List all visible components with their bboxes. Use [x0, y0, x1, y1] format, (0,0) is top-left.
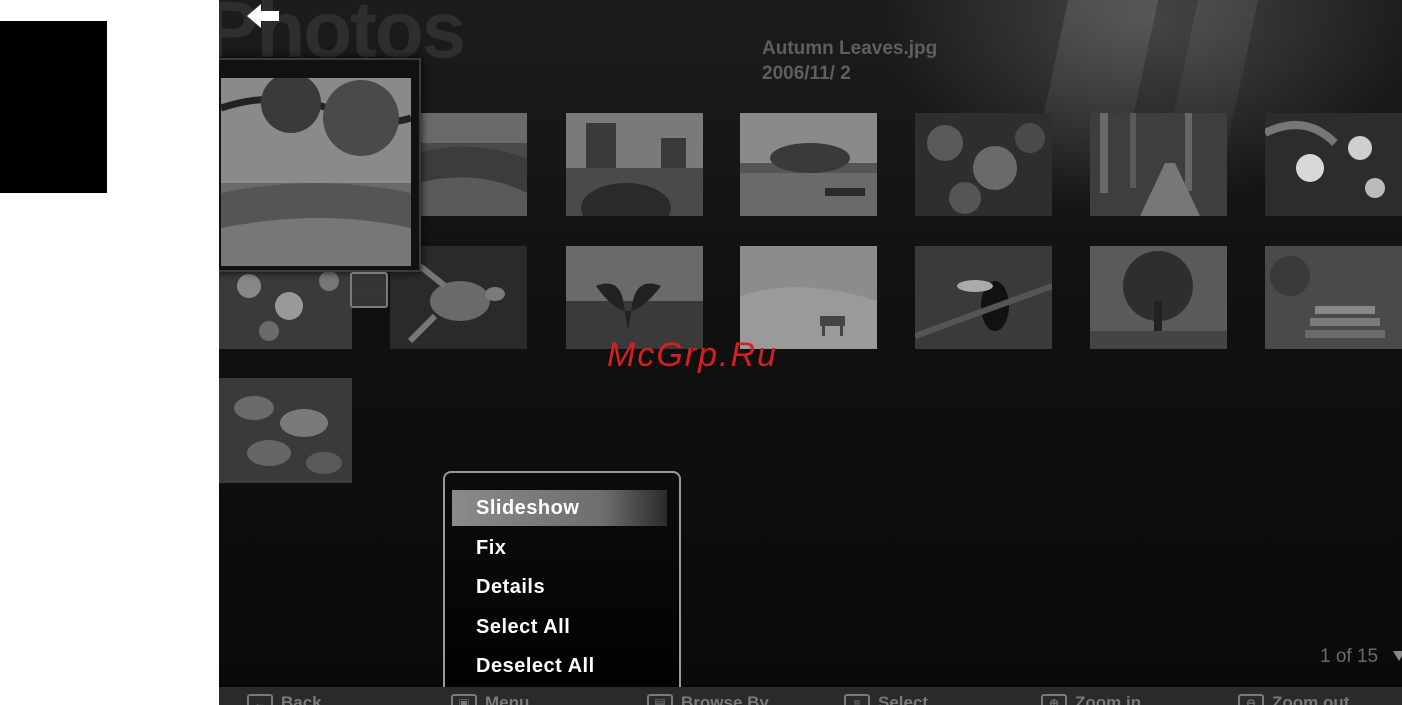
footer-zoom-in-button[interactable]: ⊕ Zoom in: [1041, 693, 1141, 705]
side-black-panel: [0, 21, 107, 193]
menu-item-select-all[interactable]: Select All: [452, 609, 667, 645]
select-icon: ≡: [844, 694, 870, 705]
photos-screen: Photos Autumn Leaves.jpg 2006/11/ 2 McGr…: [219, 0, 1402, 705]
menu-item-fix[interactable]: Fix: [452, 530, 667, 566]
thumb-garden-steps[interactable]: [1265, 246, 1402, 349]
footer-browse-by-button[interactable]: ▤ Browse By: [647, 693, 769, 705]
thumb-toucan[interactable]: [915, 246, 1052, 349]
context-menu: Slideshow Fix Details Select All Deselec…: [443, 471, 681, 705]
thumb-lake-sunset[interactable]: [740, 113, 877, 216]
thumb-forest-path[interactable]: [1090, 113, 1227, 216]
menu-item-deselect-all[interactable]: Deselect All: [452, 648, 667, 684]
zoom-out-icon: ⊖: [1238, 694, 1264, 705]
watermark: McGrp.Ru: [607, 336, 778, 374]
footer-menu-label: Menu: [485, 693, 530, 705]
footer-back-button[interactable]: ← Back: [247, 693, 322, 705]
thumb-frosted-leaves[interactable]: [219, 378, 352, 483]
thumb-autumn-leaves[interactable]: [219, 58, 421, 308]
thumb-meadow[interactable]: [418, 113, 527, 216]
thumb-whale-tail[interactable]: [566, 246, 703, 349]
browse-icon: ▤: [647, 694, 673, 705]
thumb-desert-mesa[interactable]: [566, 113, 703, 216]
footer-hint-bar: ← Back ▣ Menu ▤ Browse By ≡ Select ⊕ Zoo…: [219, 687, 1402, 705]
footer-zoom-out-label: Zoom out: [1272, 693, 1350, 705]
chevron-down-icon[interactable]: [1393, 651, 1402, 661]
footer-zoom-out-button[interactable]: ⊖ Zoom out: [1238, 693, 1349, 705]
back-arrow-icon: ←: [247, 694, 273, 705]
zoom-in-icon: ⊕: [1041, 694, 1067, 705]
footer-browse-by-label: Browse By: [681, 693, 769, 705]
thumb-flowers[interactable]: [1265, 113, 1402, 216]
photo-file-name: Autumn Leaves.jpg: [762, 38, 938, 59]
footer-back-label: Back: [281, 693, 322, 705]
menu-item-slideshow[interactable]: Slideshow: [452, 490, 667, 526]
back-arrow-icon[interactable]: [245, 2, 281, 30]
footer-select-button[interactable]: ≡ Select: [844, 693, 928, 705]
menu-icon: ▣: [451, 694, 477, 705]
footer-zoom-in-label: Zoom in: [1075, 693, 1142, 705]
thumb-desert-oryx[interactable]: [740, 246, 877, 349]
footer-select-label: Select: [878, 693, 929, 705]
menu-item-details[interactable]: Details: [452, 569, 667, 605]
thumb-forest-leaves[interactable]: [915, 113, 1052, 216]
selection-checkbox[interactable]: [350, 272, 388, 308]
photo-date: 2006/11/ 2: [762, 63, 851, 84]
footer-menu-button[interactable]: ▣ Menu: [451, 693, 529, 705]
thumb-tree[interactable]: [1090, 246, 1227, 349]
page-counter: 1 of 15: [1320, 646, 1379, 667]
